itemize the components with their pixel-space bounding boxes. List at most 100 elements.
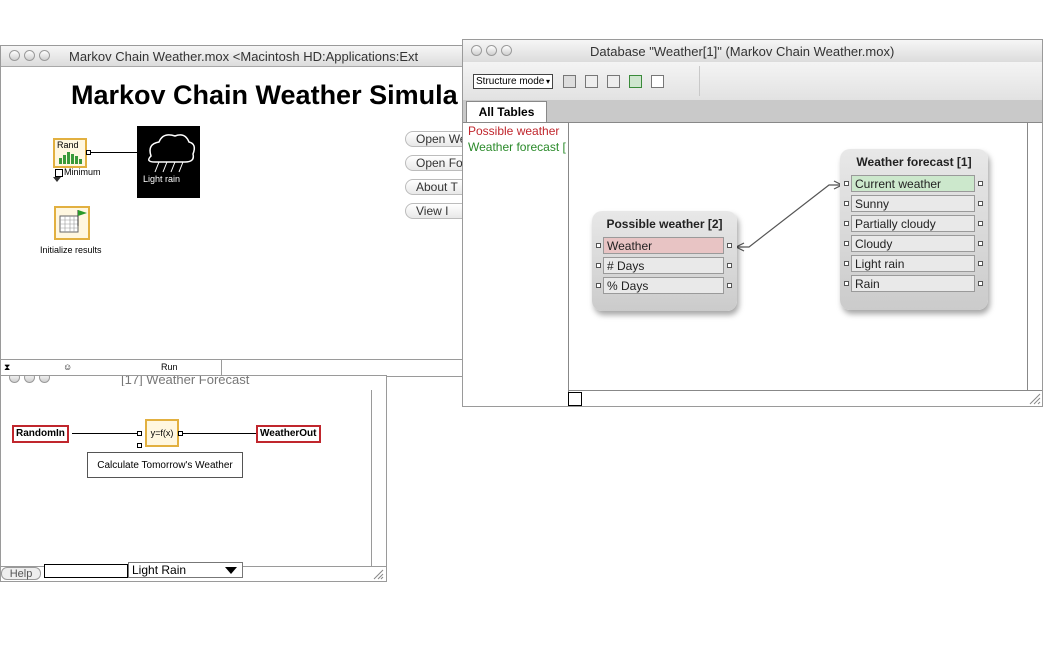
func-input-port-2[interactable] bbox=[137, 443, 142, 448]
resize-grip-icon[interactable] bbox=[373, 569, 384, 580]
weather-forecast-titlebar[interactable]: [17] Weather Forecast bbox=[1, 376, 386, 386]
field-port[interactable] bbox=[596, 263, 601, 268]
checkbox-icon bbox=[55, 168, 63, 177]
weather-forecast-table-title: Weather forecast [1] bbox=[856, 155, 972, 169]
possible-weather-table[interactable]: Possible weather [2] Weather # Days % Da… bbox=[592, 211, 737, 311]
zoom-window-icon[interactable] bbox=[501, 45, 512, 56]
minimum-option[interactable]: Minimum bbox=[55, 167, 101, 177]
equation-block-icon[interactable]: y=f(x) bbox=[145, 419, 179, 447]
field-days[interactable]: # Days bbox=[603, 257, 724, 274]
structure-canvas[interactable]: Possible weather [2] Weather # Days % Da… bbox=[568, 123, 1042, 406]
vertical-scrollbar[interactable] bbox=[1027, 123, 1042, 391]
close-window-icon[interactable] bbox=[9, 376, 20, 383]
calculate-weather-label: Calculate Tomorrow's Weather bbox=[87, 452, 243, 478]
field-percent-days[interactable]: % Days bbox=[603, 277, 724, 294]
zoom-window-icon[interactable] bbox=[39, 376, 50, 383]
field-port[interactable] bbox=[844, 201, 849, 206]
toolbar-separator bbox=[699, 66, 700, 96]
field-port[interactable] bbox=[727, 283, 732, 288]
vertical-scrollbar[interactable] bbox=[371, 390, 386, 571]
field-port[interactable] bbox=[727, 243, 732, 248]
model-window-title: Markov Chain Weather.mox <Macintosh HD:A… bbox=[69, 49, 419, 64]
field-port[interactable] bbox=[978, 281, 983, 286]
run-status-label[interactable]: Run bbox=[161, 360, 178, 375]
random-in-block[interactable]: RandomIn bbox=[12, 425, 69, 443]
caret-down-icon[interactable] bbox=[53, 177, 61, 182]
connection-line bbox=[72, 433, 139, 434]
open-weather-button[interactable]: Open We bbox=[405, 131, 466, 147]
delete-field-icon[interactable] bbox=[607, 75, 620, 88]
field-port[interactable] bbox=[978, 261, 983, 266]
tabs-bar: All Tables bbox=[463, 100, 1042, 123]
table-list-item-possible-weather[interactable]: Possible weather bbox=[463, 123, 568, 139]
grid-view-icon[interactable] bbox=[629, 75, 642, 88]
table-view-icon[interactable] bbox=[563, 75, 576, 88]
field-port[interactable] bbox=[844, 181, 849, 186]
close-window-icon[interactable] bbox=[471, 45, 482, 56]
weather-select[interactable]: Light Rain bbox=[128, 562, 243, 578]
rand-block-label: Rand bbox=[57, 140, 79, 150]
field-weather[interactable]: Weather bbox=[603, 237, 724, 254]
histogram-icon bbox=[59, 150, 83, 164]
table-list-item-weather-forecast[interactable]: Weather forecast [ bbox=[463, 139, 568, 155]
resize-grip-icon[interactable] bbox=[1029, 393, 1041, 405]
field-port[interactable] bbox=[978, 201, 983, 206]
connection-line bbox=[183, 433, 257, 434]
possible-weather-title: Possible weather [2] bbox=[606, 217, 723, 231]
about-button[interactable]: About T bbox=[405, 179, 466, 195]
field-port[interactable] bbox=[978, 181, 983, 186]
minimize-window-icon[interactable] bbox=[486, 45, 497, 56]
weather-select-value: Light Rain bbox=[132, 563, 187, 577]
text-field[interactable] bbox=[44, 564, 128, 578]
status-bar: ⧗ ☺ Run bbox=[1, 359, 466, 376]
blank-view-icon[interactable] bbox=[651, 75, 664, 88]
zoom-window-icon[interactable] bbox=[39, 50, 50, 61]
field-partially-cloudy[interactable]: Partially cloudy bbox=[851, 215, 975, 232]
table-list: Possible weather Weather forecast [ bbox=[463, 123, 569, 406]
timer-icon[interactable]: ☺ bbox=[63, 360, 72, 375]
model-window-titlebar[interactable]: Markov Chain Weather.mox <Macintosh HD:A… bbox=[1, 46, 466, 67]
minimize-window-icon[interactable] bbox=[24, 376, 35, 383]
initialize-results-block-icon[interactable] bbox=[54, 206, 90, 240]
func-input-port[interactable] bbox=[137, 431, 142, 436]
database-window: Database "Weather[1]" (Markov Chain Weat… bbox=[462, 39, 1043, 407]
weather-out-block[interactable]: WeatherOut bbox=[256, 425, 321, 443]
field-port[interactable] bbox=[844, 261, 849, 266]
chevron-down-icon: ▾ bbox=[545, 77, 550, 86]
minimize-window-icon[interactable] bbox=[24, 50, 35, 61]
rand-block-icon[interactable]: Rand bbox=[53, 138, 87, 168]
view-button[interactable]: View I bbox=[405, 203, 466, 219]
field-port[interactable] bbox=[727, 263, 732, 268]
cloud-label: Light rain bbox=[143, 174, 181, 184]
field-sunny[interactable]: Sunny bbox=[851, 195, 975, 212]
weather-cloud-icon[interactable]: Light rain bbox=[137, 126, 200, 198]
field-current-weather[interactable]: Current weather bbox=[851, 175, 975, 192]
model-heading: Markov Chain Weather Simula bbox=[71, 80, 458, 110]
field-light-rain[interactable]: Light rain bbox=[851, 255, 975, 272]
open-forecast-button[interactable]: Open Fo bbox=[405, 155, 466, 171]
tab-all-tables[interactable]: All Tables bbox=[466, 101, 547, 122]
field-rain[interactable]: Rain bbox=[851, 275, 975, 292]
horizontal-scrollbar[interactable] bbox=[569, 390, 1042, 406]
field-port[interactable] bbox=[844, 281, 849, 286]
field-port[interactable] bbox=[596, 283, 601, 288]
field-port[interactable] bbox=[978, 241, 983, 246]
database-titlebar[interactable]: Database "Weather[1]" (Markov Chain Weat… bbox=[463, 40, 1042, 63]
weather-forecast-title: [17] Weather Forecast bbox=[121, 376, 250, 386]
weather-forecast-table[interactable]: Weather forecast [1] Current weather Sun… bbox=[840, 149, 988, 310]
database-title: Database "Weather[1]" (Markov Chain Weat… bbox=[590, 44, 895, 59]
field-port[interactable] bbox=[596, 243, 601, 248]
minimum-label: Minimum bbox=[64, 167, 101, 177]
add-field-icon[interactable] bbox=[585, 75, 598, 88]
field-port[interactable] bbox=[978, 221, 983, 226]
field-port[interactable] bbox=[844, 241, 849, 246]
canvas-corner-box[interactable] bbox=[568, 392, 582, 406]
database-toolbar: Structure mode ▾ bbox=[463, 62, 1042, 101]
help-button[interactable]: Help bbox=[1, 567, 41, 580]
bottom-bar: Help Light Rain bbox=[1, 562, 386, 581]
field-port[interactable] bbox=[844, 221, 849, 226]
field-cloudy[interactable]: Cloudy bbox=[851, 235, 975, 252]
close-window-icon[interactable] bbox=[9, 50, 20, 61]
rain-cloud-icon bbox=[148, 134, 196, 173]
mode-select[interactable]: Structure mode ▾ bbox=[473, 74, 553, 89]
